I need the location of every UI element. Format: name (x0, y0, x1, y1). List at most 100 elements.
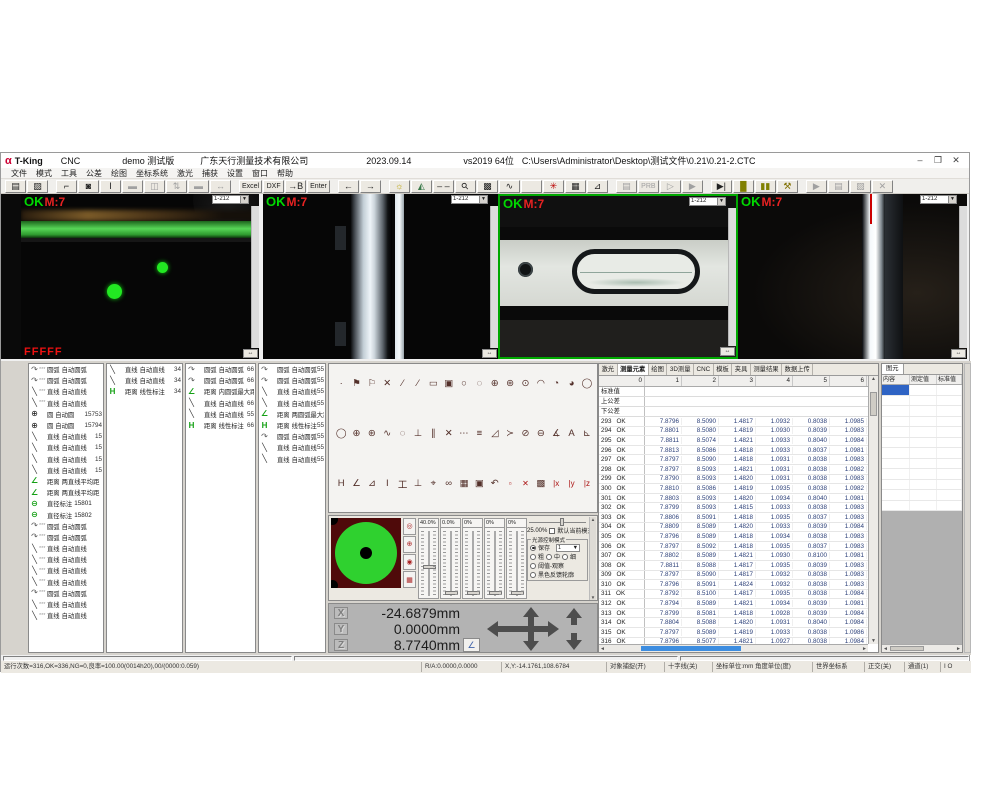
light-slider-1[interactable]: 40.0% (418, 518, 439, 599)
table-row[interactable]: 314OK7.88048.50881.48201.09310.80401.098… (599, 618, 868, 628)
list-item[interactable]: ↷圆弧自动圆弧66 (186, 364, 255, 375)
slider-thumb[interactable] (560, 518, 564, 526)
detail-row[interactable] (882, 448, 962, 459)
table-row[interactable]: 301OK7.88038.50931.48201.09340.80401.098… (599, 494, 868, 504)
list-item[interactable]: ↷圆弧自动圆弧55 (259, 431, 325, 442)
vee-tool-icon[interactable]: ≻ (503, 426, 517, 441)
detail-row[interactable] (882, 417, 962, 428)
light-slider-4[interactable]: 0% (484, 518, 505, 599)
light-slider-5[interactable]: 0% (506, 518, 527, 599)
camera4-resize-button[interactable]: ↔ (951, 349, 966, 358)
tab-夹具[interactable]: 夹具 (732, 364, 751, 375)
arc-scan-tool-icon[interactable]: ◔ (549, 376, 563, 391)
coord-x-icon[interactable]: |x (549, 476, 563, 491)
list-item[interactable]: ↷圆弧自动圆弧55 (259, 364, 325, 375)
line2-tool-icon[interactable]: ∕ (411, 376, 425, 391)
crosshair-circle-tool-icon[interactable]: ⊛ (503, 376, 517, 391)
level-fine-radio[interactable] (562, 554, 568, 560)
list-item[interactable]: ╲直线自动直线55 (259, 386, 325, 397)
camera1-resize-button[interactable]: ↔ (243, 349, 258, 358)
auto-circle-tool-icon[interactable]: ◌ (472, 376, 486, 391)
prev-button[interactable]: ← (338, 180, 359, 193)
multi-line-tool-icon[interactable]: ≡ (472, 426, 486, 441)
target-dim-icon[interactable]: ⌖ (426, 476, 440, 491)
angle-dim-icon[interactable]: ∠ (349, 476, 363, 491)
open3-button[interactable]: ▨ (850, 180, 871, 193)
list-item[interactable]: ╲***直线自动直线 (29, 565, 103, 576)
light-slider-2[interactable]: 0.0% (440, 518, 461, 599)
list-item[interactable]: H距离线性标注66 (186, 420, 255, 431)
list-item[interactable]: ╲直线自动直线15 (29, 454, 103, 465)
dash-button[interactable]: – – (433, 180, 454, 193)
play-to-end-button[interactable]: ▶| (711, 180, 732, 193)
list-item[interactable]: ↷***圆弧自动圆弧 (29, 364, 103, 375)
chart-button[interactable]: ⊿ (587, 180, 608, 193)
camera1-scrollbar[interactable] (251, 206, 259, 348)
curve-export-button[interactable]: →B (285, 180, 306, 193)
play-button[interactable]: ▶ (682, 180, 703, 193)
curve-button[interactable]: ∿ (499, 180, 520, 193)
level-coarse-radio[interactable] (530, 554, 536, 560)
arc-tool-icon[interactable]: ◠ (534, 376, 548, 391)
edge-tool-button[interactable]: I (100, 180, 121, 193)
pan-z-arrows[interactable] (565, 608, 583, 652)
list-item[interactable]: ↷***圆弧自动圆弧 (29, 521, 103, 532)
workspace-scrollbar[interactable] (964, 363, 971, 653)
cross-point-tool-icon[interactable]: ✕ (380, 376, 394, 391)
detail-row[interactable] (882, 427, 962, 438)
delete-icon[interactable]: ✕ (518, 476, 532, 491)
panel-button[interactable]: ▬ (122, 180, 143, 193)
table-row[interactable]: 313OK7.87998.50811.48181.09280.80391.098… (599, 609, 868, 619)
table-special-row[interactable]: 上公差 (599, 397, 868, 407)
table-row[interactable]: 295OK7.88118.50741.48211.09330.80401.098… (599, 436, 868, 446)
select-box-icon[interactable]: ▫ (503, 476, 517, 491)
table-row[interactable]: 306OK7.87978.50921.48181.09350.80371.098… (599, 542, 868, 552)
slider-thumb[interactable] (467, 591, 480, 595)
enter-button[interactable]: Enter (307, 180, 330, 193)
laser-star-button[interactable]: ✳ (543, 180, 564, 193)
light-segment-button-3[interactable]: ◉ (403, 554, 416, 571)
menu-item-绘图[interactable]: 绘图 (111, 168, 127, 179)
detail-hscrollbar[interactable]: ◄► (882, 644, 962, 652)
menu-item-坐标系统[interactable]: 坐标系统 (136, 168, 168, 179)
status-crosshair[interactable]: 十字线(关) (664, 662, 712, 672)
light-channel-dropdown[interactable]: 1▼ (556, 544, 580, 552)
list-item[interactable]: ╲***直线自动直线 (29, 386, 103, 397)
save2-button[interactable]: ▤ (616, 180, 637, 193)
point-tool-icon[interactable]: · (334, 376, 348, 391)
detail-row[interactable] (882, 385, 962, 396)
status-object-snap[interactable]: 对象捕捉(开) (606, 662, 664, 672)
table-row[interactable]: 297OK7.87978.50901.48181.09310.80381.098… (599, 455, 868, 465)
blank-button[interactable] (521, 180, 542, 193)
circle-tool-icon[interactable]: ○ (457, 376, 471, 391)
camera1-range-select[interactable]: 1-212▼ (212, 195, 249, 204)
list-item[interactable]: ╲直线自动直线55 (259, 442, 325, 453)
list-item[interactable]: ⊖直径标注15802 (29, 509, 103, 520)
list-item[interactable]: ╲直线自动直线15 (29, 442, 103, 453)
target-circle-tool-icon[interactable]: ⊕ (488, 376, 502, 391)
camera3-range-select[interactable]: 1-212▼ (689, 197, 726, 206)
slider-thumb[interactable] (489, 591, 502, 595)
list-item[interactable]: ∠距离两直线平均距 (29, 487, 103, 498)
list-item[interactable]: ╲直线自动直线55 (259, 398, 325, 409)
tab-模板[interactable]: 模板 (714, 364, 733, 375)
perpendicular-tool-icon[interactable]: ⊥ (411, 426, 425, 441)
light-segment-button-1[interactable]: ◎ (403, 518, 416, 535)
grid-icon[interactable]: ▩ (534, 476, 548, 491)
copy-icon[interactable]: ▣ (472, 476, 486, 491)
graph-button[interactable]: ∠ (463, 638, 480, 652)
results-hscrollbar[interactable]: ◄► (599, 644, 868, 652)
list-item[interactable]: ╲***直线自动直线 (29, 599, 103, 610)
table-row[interactable]: 296OK7.88138.50861.48181.09330.80371.098… (599, 446, 868, 456)
image-button[interactable]: ◭ (411, 180, 432, 193)
maximize-button[interactable]: ❐ (929, 155, 947, 166)
chevron-down-icon[interactable]: ▼ (479, 196, 487, 203)
menu-item-公差[interactable]: 公差 (86, 168, 102, 179)
scroll-thumb[interactable] (641, 646, 741, 651)
pause-button[interactable]: ▮▮ (755, 180, 776, 193)
menu-item-设置[interactable]: 设置 (227, 168, 243, 179)
box-target-tool-icon[interactable]: ▣ (442, 376, 456, 391)
linear-dim-icon[interactable]: H (334, 476, 348, 491)
list-item[interactable]: ⊕圆自动圆15794 (29, 420, 103, 431)
light-bulb-button[interactable]: ☼ (389, 180, 410, 193)
